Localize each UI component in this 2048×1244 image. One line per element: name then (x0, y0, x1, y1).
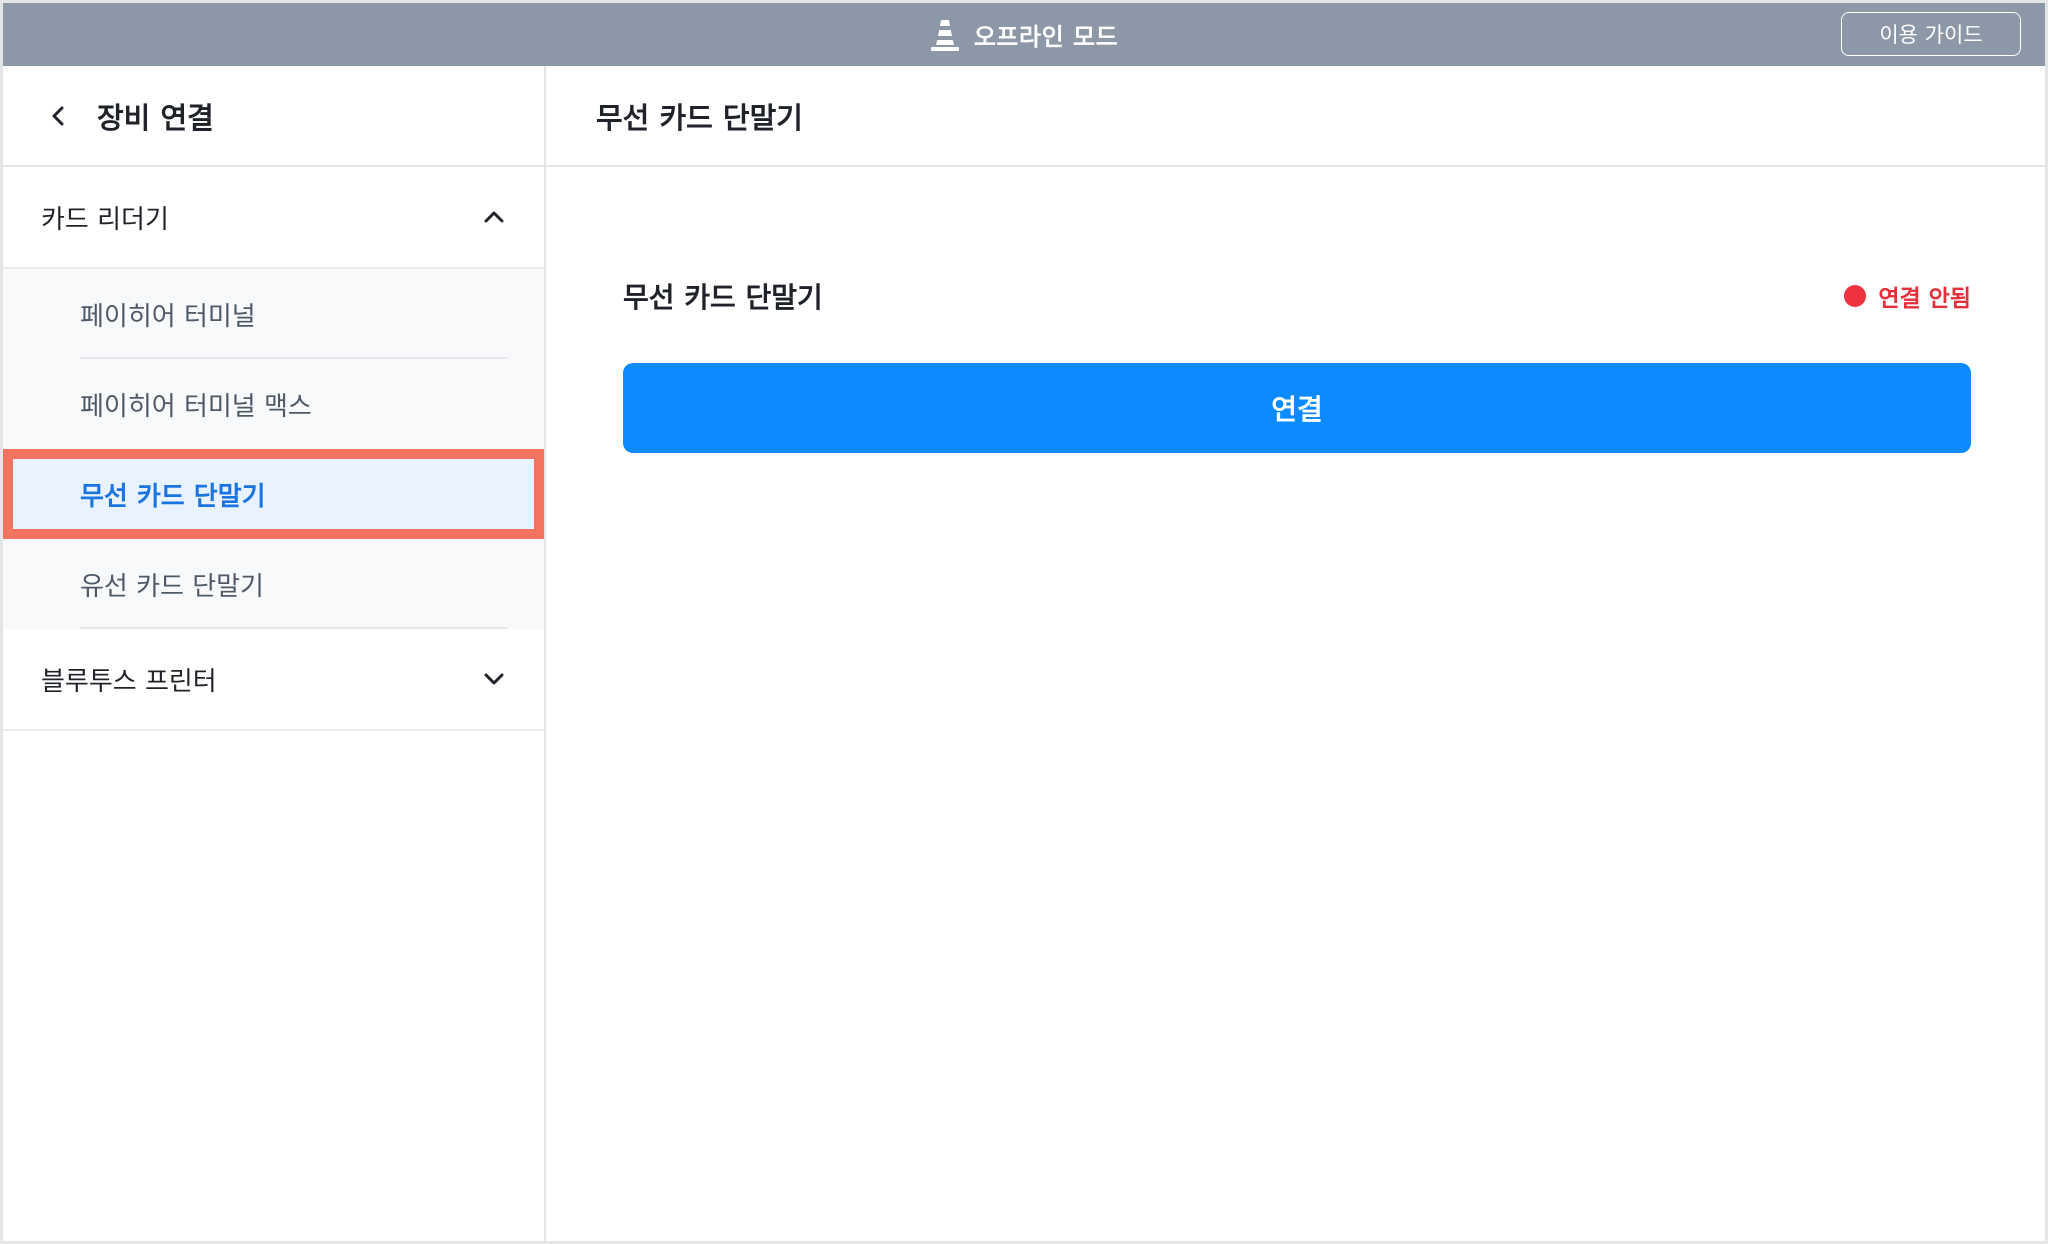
sidebar-item-wireless-card-terminal[interactable]: 무선 카드 단말기 (3, 449, 544, 539)
connect-button[interactable]: 연결 (623, 363, 1971, 453)
sidebar-item-payhere-terminal[interactable]: 페이히어 터미널 (3, 269, 544, 359)
chevron-left-icon (52, 106, 64, 125)
back-button[interactable] (39, 96, 79, 136)
card-reader-submenu: 페이히어 터미널 페이히어 터미널 맥스 무선 카드 단말기 유선 카드 단말기 (3, 269, 544, 629)
sidebar-item-label: 무선 카드 단말기 (80, 481, 266, 512)
sidebar-item-label: 페이히어 터미널 (80, 301, 256, 332)
group-bluetooth-printer[interactable]: 블루투스 프린터 (3, 629, 544, 731)
sidebar-item-label: 유선 카드 단말기 (80, 571, 264, 602)
main-header: 무선 카드 단말기 (546, 66, 2045, 167)
device-name: 무선 카드 단말기 (623, 281, 823, 314)
device-row: 무선 카드 단말기 연결 안됨 (623, 276, 1971, 316)
main-panel: 무선 카드 단말기 무선 카드 단말기 연결 안됨 연결 (546, 66, 2045, 1241)
sidebar: 장비 연결 카드 리더기 페이히어 터미널 페이히어 터미널 맥스 무선 카드 … (3, 66, 546, 1241)
group-label: 카드 리더기 (41, 204, 169, 235)
top-bar: 오프라인 모드 이용 가이드 (3, 3, 2045, 66)
chevron-down-icon (484, 673, 504, 685)
status-badge: 연결 안됨 (1844, 279, 1971, 313)
app-window: 오프라인 모드 이용 가이드 장비 연결 카드 리더기 페이히어 터미널 페이히… (3, 3, 2045, 1241)
sidebar-header: 장비 연결 (3, 66, 544, 167)
sidebar-item-payhere-terminal-max[interactable]: 페이히어 터미널 맥스 (3, 359, 544, 449)
group-label: 블루투스 프린터 (41, 666, 217, 697)
group-card-reader[interactable]: 카드 리더기 (3, 167, 544, 269)
page-title: 무선 카드 단말기 (596, 100, 803, 135)
sidebar-item-label: 페이히어 터미널 맥스 (80, 391, 312, 422)
user-guide-button[interactable]: 이용 가이드 (1841, 12, 2021, 56)
divider (80, 627, 508, 629)
traffic-cone-icon (930, 19, 959, 51)
sidebar-item-wired-card-terminal[interactable]: 유선 카드 단말기 (3, 539, 544, 629)
status-dot-icon (1844, 285, 1867, 307)
offline-mode-title: 오프라인 모드 (973, 23, 1119, 51)
chevron-up-icon (484, 211, 504, 223)
offline-mode-indicator: 오프라인 모드 (3, 3, 2045, 66)
status-text: 연결 안됨 (1878, 286, 1971, 312)
sidebar-title: 장비 연결 (97, 100, 214, 135)
